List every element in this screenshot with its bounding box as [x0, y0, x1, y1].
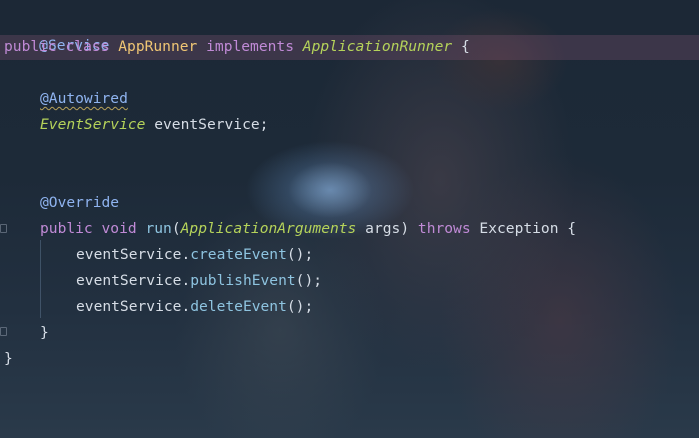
code-line-8[interactable]: @Override [40, 190, 119, 215]
call-receiver: eventService [76, 246, 182, 263]
close-brace: } [4, 350, 13, 367]
keyword-void: void [101, 220, 137, 237]
code-line-12[interactable]: eventService.deleteEvent(); [76, 294, 313, 319]
field-type: EventService [40, 116, 146, 133]
code-line-11[interactable]: eventService.publishEvent(); [76, 268, 322, 293]
code-line-10[interactable]: eventService.createEvent(); [76, 242, 313, 267]
annotation-autowired: @Autowired [40, 90, 128, 107]
interface-name: ApplicationRunner [302, 38, 453, 55]
call-publish-event: publishEvent [190, 272, 296, 289]
param-name: args [365, 220, 401, 237]
fold-marker-icon[interactable] [0, 327, 7, 336]
close-paren: ) [400, 220, 410, 237]
keyword-throws: throws [417, 220, 471, 237]
open-brace: { [567, 220, 577, 237]
annotation-override: @Override [40, 194, 120, 211]
code-line-4[interactable]: @Autowired [40, 86, 128, 111]
call-args: (); [286, 246, 314, 263]
class-name: AppRunner [118, 38, 198, 55]
method-name: run [145, 220, 172, 237]
code-line-13[interactable]: } [40, 320, 49, 345]
code-line-2[interactable]: public class AppRunner implements Applic… [4, 34, 470, 59]
code-line-1[interactable]: @Service [4, 8, 109, 54]
keyword-class: class [65, 38, 110, 55]
open-brace: { [460, 38, 470, 55]
call-receiver: eventService [76, 272, 182, 289]
code-line-9[interactable]: public void run(ApplicationArguments arg… [40, 216, 576, 241]
background-figure [395, 0, 605, 140]
dot: . [181, 246, 191, 263]
call-args: (); [286, 298, 314, 315]
semicolon: ; [259, 116, 269, 133]
code-line-5[interactable]: EventService eventService; [40, 112, 268, 137]
call-delete-event: deleteEvent [190, 298, 287, 315]
call-create-event: createEvent [190, 246, 287, 263]
indent-guide [40, 240, 41, 318]
dot: . [181, 272, 191, 289]
fold-marker-icon[interactable] [0, 224, 7, 233]
field-name: eventService [154, 116, 260, 133]
keyword-public: public [40, 220, 93, 237]
call-receiver: eventService [76, 298, 182, 315]
exception-type: Exception [479, 220, 559, 237]
keyword-implements: implements [206, 38, 294, 55]
code-editor[interactable]: @Service public class AppRunner implemen… [0, 0, 699, 438]
code-line-14[interactable]: } [4, 346, 13, 371]
call-args: (); [295, 272, 323, 289]
open-paren: ( [171, 220, 181, 237]
dot: . [181, 298, 191, 315]
keyword-public: public [4, 38, 57, 55]
close-brace: } [40, 324, 49, 341]
param-type: ApplicationArguments [180, 220, 357, 237]
